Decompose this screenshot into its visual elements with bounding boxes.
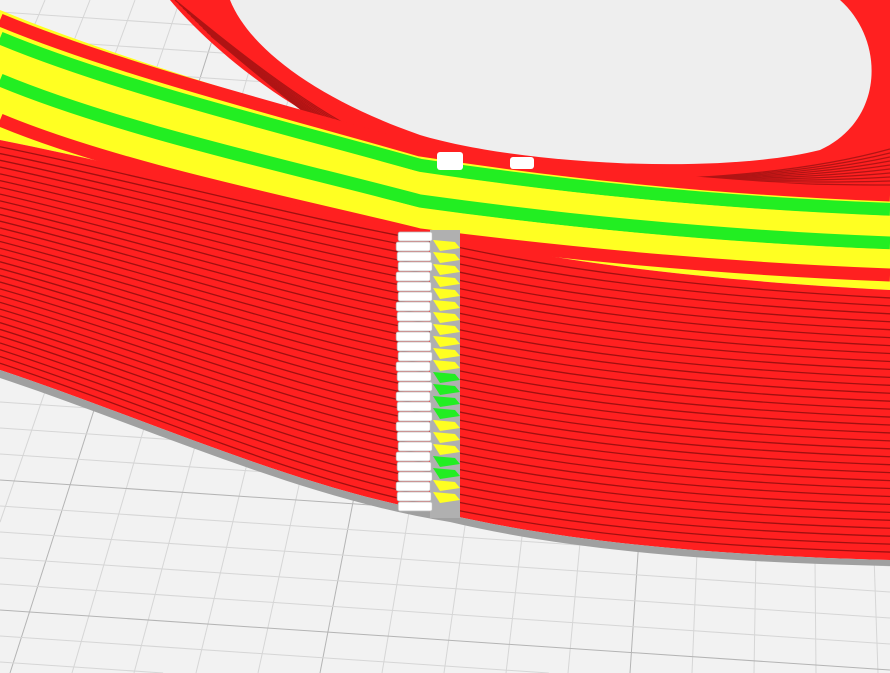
seam-block xyxy=(395,361,431,372)
seam-block xyxy=(397,471,433,482)
seam-block xyxy=(396,401,432,412)
seam-block xyxy=(396,311,432,322)
seam-block xyxy=(396,431,432,442)
seam-back-block xyxy=(510,157,534,169)
layer-view-viewport[interactable] xyxy=(0,0,890,673)
seam-block xyxy=(397,381,433,392)
seam-block xyxy=(397,321,433,332)
seam-block xyxy=(395,391,431,402)
seam-block xyxy=(395,271,431,282)
seam-block xyxy=(395,331,431,342)
seam-block xyxy=(397,261,433,272)
seam-block xyxy=(395,301,431,312)
seam-block xyxy=(397,501,433,512)
seam-block xyxy=(397,291,433,302)
seam-block xyxy=(395,421,431,432)
seam-block xyxy=(395,451,431,462)
seam-top-block xyxy=(437,152,463,170)
seam-block xyxy=(397,351,433,362)
seam-block xyxy=(397,411,433,422)
seam-block xyxy=(396,491,432,502)
seam-block xyxy=(395,481,431,492)
seam-block xyxy=(397,231,433,242)
seam-block xyxy=(397,441,433,452)
seam-block xyxy=(396,341,432,352)
seam-block xyxy=(396,281,432,292)
seam-block xyxy=(395,241,431,252)
seam-block xyxy=(396,461,432,472)
seam-block xyxy=(396,251,432,262)
seam-block xyxy=(396,371,432,382)
